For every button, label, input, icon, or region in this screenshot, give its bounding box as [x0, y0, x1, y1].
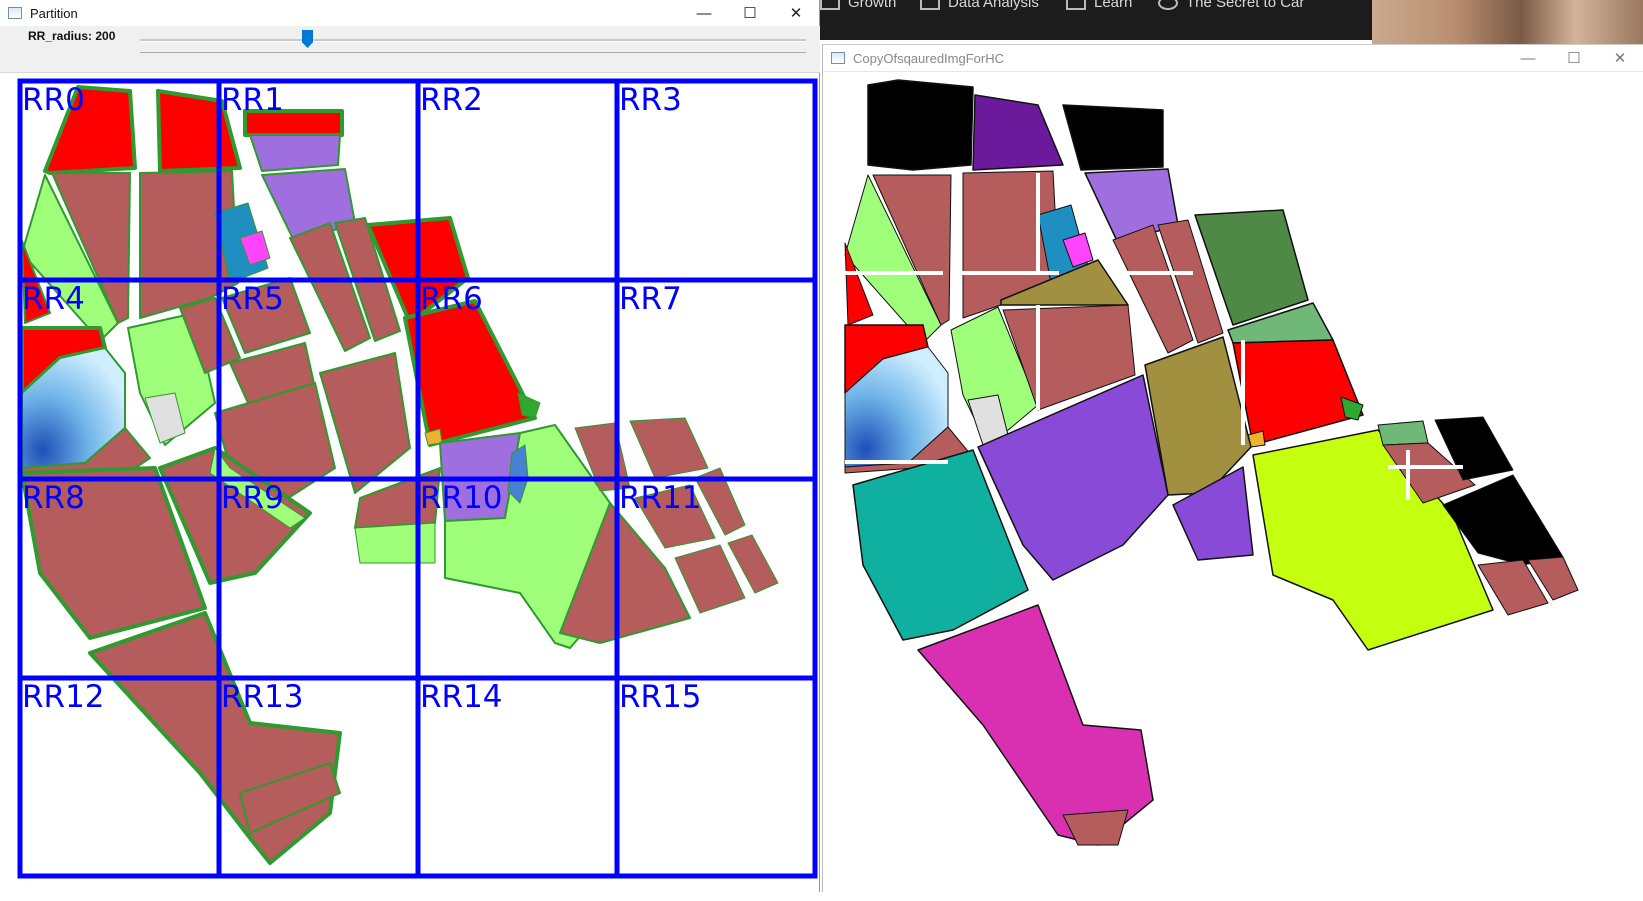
grid-label-rr12: RR12 [22, 679, 105, 715]
grid-label-rr6: RR6 [420, 281, 483, 317]
parcel [319, 352, 411, 494]
folder-icon [1066, 0, 1086, 10]
parcel [88, 611, 342, 865]
clustered-map [844, 79, 1579, 846]
clustered-titlebar[interactable]: CopyOfsqauredImgForHC — ☐ ✕ [823, 45, 1643, 72]
parcel [1062, 809, 1129, 846]
rr-radius-slider-thumb[interactable] [302, 30, 313, 48]
circle-icon [1158, 0, 1178, 10]
taskbar-item-label: Learn [1094, 0, 1133, 11]
rr-radius-slider-track[interactable] [140, 39, 806, 42]
taskbar-item-growth[interactable]: Growth [820, 0, 896, 11]
grid-label-rr8: RR8 [22, 480, 85, 516]
taskbar-item-learn[interactable]: Learn [1066, 0, 1132, 11]
trackbar-panel: RR_radius: 200 [0, 26, 820, 73]
background-photo [1372, 0, 1643, 44]
maximize-button[interactable]: ☐ [1551, 45, 1597, 71]
grid-label-rr1: RR1 [221, 82, 284, 118]
grid-label-rr15: RR15 [619, 679, 702, 715]
cluster-region [1062, 104, 1164, 171]
cluster-region [917, 604, 1154, 846]
grid-label-rr3: RR3 [619, 82, 682, 118]
minimize-button[interactable]: — [681, 0, 727, 26]
parcel [403, 299, 537, 447]
cluster-region [867, 79, 974, 171]
slider-tick-line [140, 52, 806, 56]
grid-label-rr2: RR2 [420, 82, 483, 118]
grid-label-rr14: RR14 [420, 679, 503, 715]
partition-map: RR0 RR1 RR2 RR3 RR4 RR5 RR6 RR7 RR8 RR9 … [17, 78, 818, 879]
grid-label-rr9: RR9 [221, 480, 284, 516]
parcel [629, 417, 709, 479]
grid-label-rr10: RR10 [420, 480, 503, 516]
window-app-icon [831, 52, 845, 64]
parcel [1232, 339, 1364, 446]
taskbar-item-label: Growth [848, 0, 897, 11]
close-button[interactable]: ✕ [773, 0, 819, 26]
grid-label-rr13: RR13 [221, 679, 304, 715]
taskbar-item-label: The Secret to Car [1186, 0, 1305, 11]
taskbar-item-secret[interactable]: The Secret to Car [1158, 0, 1304, 11]
taskbar-item-label: Data Analysis [948, 0, 1039, 11]
grid-label-rr11: RR11 [619, 480, 702, 516]
close-button[interactable]: ✕ [1597, 45, 1643, 71]
background-bottom-strip [0, 892, 1643, 901]
grid-label-rr5: RR5 [221, 281, 284, 317]
cluster-region [972, 94, 1064, 171]
rr-radius-label: RR_radius: 200 [28, 29, 116, 43]
clustered-image-window: CopyOfsqauredImgForHC — ☐ ✕ [822, 44, 1643, 893]
window-app-icon [8, 7, 22, 19]
folder-icon [920, 0, 940, 10]
window-title: Partition [30, 5, 78, 21]
minimize-button[interactable]: — [1505, 45, 1551, 71]
parcel [249, 134, 341, 172]
grid-label-rr7: RR7 [619, 281, 682, 317]
maximize-button[interactable]: ☐ [727, 0, 773, 26]
parcel [354, 522, 436, 564]
folder-icon [820, 0, 840, 10]
grid-label-rr0: RR0 [22, 82, 85, 118]
partition-titlebar[interactable]: Partition — ☐ ✕ [0, 0, 819, 26]
taskbar-item-data-analysis[interactable]: Data Analysis [920, 0, 1039, 11]
grid-label-rr4: RR4 [22, 281, 85, 317]
window-title: CopyOfsqauredImgForHC [853, 50, 1004, 66]
partition-window: Partition — ☐ ✕ RR_radius: 200 RR0 RR1 R… [0, 0, 820, 893]
cluster-region [1377, 420, 1429, 446]
